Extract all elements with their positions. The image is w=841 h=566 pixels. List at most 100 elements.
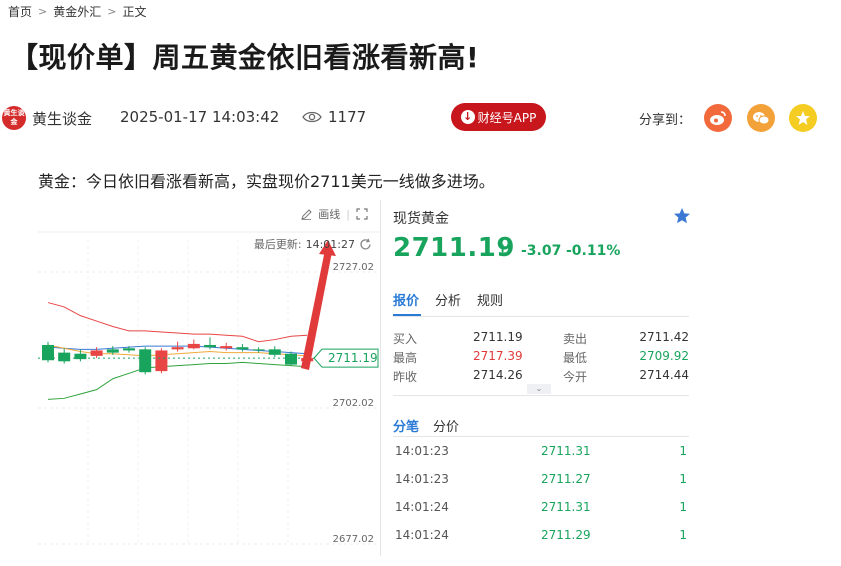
wechat-icon[interactable] (747, 104, 775, 132)
upper-band-line (47, 302, 308, 343)
publish-time: 2025-01-17 14:03:42 (120, 108, 280, 126)
candle-body (285, 353, 297, 365)
tab-rules[interactable]: 规则 (477, 290, 503, 309)
stat-label: 买入 (393, 332, 418, 346)
breadcrumb-separator: > (107, 4, 117, 18)
panel-divider (380, 200, 381, 556)
article-lead: 黄金：今日依旧看涨看新高，实盘现价2711美元一线做多进场。 (38, 172, 495, 191)
finance-app-button[interactable]: ↓ 财经号APP (451, 103, 546, 131)
avatar[interactable]: 黄生谈金 (2, 106, 26, 130)
tab-analysis[interactable]: 分析 (435, 290, 461, 309)
author-name[interactable]: 黄生谈金 (32, 108, 92, 129)
tick-volume: 1 (679, 472, 687, 486)
tick-price: 2711.31 (541, 500, 591, 514)
candle-body (155, 350, 168, 372)
tick-time: 14:01:24 (395, 500, 449, 514)
download-icon: ↓ (460, 110, 475, 124)
stat-label: 昨收 (393, 370, 418, 384)
last-update: 最后更新: 14:01:27 (254, 236, 372, 252)
section-divider (393, 436, 689, 437)
tick-time: 14:01:23 (395, 444, 449, 458)
price-change-pct: -0.11% (566, 243, 621, 259)
tick-volume: 1 (679, 528, 687, 542)
candle-body (252, 349, 265, 351)
instrument-name: 现货黄金 (393, 211, 449, 227)
tab-quote[interactable]: 报价 (393, 290, 419, 309)
y-tick-label: 2702.02 (333, 398, 374, 409)
tick-list: 14:01:23 2711.31 1 14:01:23 2711.27 1 14:01:24… (393, 444, 689, 556)
weibo-icon[interactable] (704, 104, 732, 132)
tab-divider (393, 316, 689, 317)
trade-tabs: 分笔 分价 (393, 416, 459, 435)
candle-body (236, 347, 249, 350)
candle-body (204, 345, 216, 348)
candle-body (58, 352, 71, 362)
stat-value: 2711.42 (639, 330, 689, 344)
quote-stats: 买入 2711.19 卖出 2711.42 最高 2717.39 最低 2709.92 昨收 27… (393, 330, 689, 387)
eye-icon (302, 111, 322, 123)
tick-volume: 1 (679, 500, 687, 514)
tick-volume: 1 (679, 444, 687, 458)
price-chart[interactable]: 2727.02 2702.02 2677.02 2711.19 画线 | 最后更新: … (38, 200, 380, 554)
tick-row: 14:01:23 2711.31 1 (393, 444, 689, 472)
stat-value: 2714.44 (639, 368, 689, 382)
y-tick-label: 2727.02 (333, 262, 374, 273)
star-icon[interactable] (789, 104, 817, 132)
candle-body (268, 349, 281, 355)
stat-label: 最高 (393, 351, 418, 365)
article-meta: 黄生谈金 黄生谈金 2025-01-17 14:03:42 1177 ↓ 财经号… (0, 100, 841, 136)
finance-app-label: 财经号APP (477, 110, 537, 125)
breadcrumb-gold-forex[interactable]: 黄金外汇 (53, 3, 101, 20)
quote-stat-row: 买入 2711.19 卖出 2711.42 (393, 330, 689, 349)
refresh-icon[interactable] (359, 238, 372, 251)
candle-body (139, 349, 152, 373)
draw-line-button[interactable]: 画线 (318, 206, 340, 222)
favorite-star-icon[interactable] (673, 207, 691, 225)
breadcrumb-separator: > (38, 4, 48, 18)
quote-tabs: 报价 分析 规则 (393, 290, 503, 309)
down-arrow-icon: ↓ (496, 241, 510, 260)
stat-label: 卖出 (563, 332, 588, 346)
pencil-icon[interactable] (301, 208, 312, 220)
fullscreen-icon[interactable] (356, 208, 368, 220)
collapse-toggle[interactable]: ⌄ (527, 384, 551, 394)
candle-body (187, 343, 200, 349)
candle-body (171, 347, 184, 350)
candle-body (123, 348, 135, 351)
breadcrumb: 首页 > 黄金外汇 > 正文 (8, 2, 146, 20)
candle-body (90, 350, 103, 356)
stat-value: 2711.19 (473, 330, 523, 344)
stat-value: 2717.39 (473, 349, 523, 363)
active-tab-indicator (393, 314, 421, 316)
breadcrumb-home[interactable]: 首页 (8, 3, 32, 20)
tick-row: 14:01:24 2711.31 1 (393, 500, 689, 528)
stat-label: 最低 (563, 351, 588, 365)
quote-stat-row: 最高 2717.39 最低 2709.92 (393, 349, 689, 368)
toolbar-divider: | (346, 207, 350, 221)
last-update-time: 14:01:27 (305, 237, 355, 251)
view-count: 1177 (328, 108, 367, 126)
candle-body (106, 349, 119, 353)
breadcrumb-current: 正文 (122, 4, 147, 19)
tab-ticks[interactable]: 分笔 (393, 416, 419, 435)
stat-value: 2709.92 (639, 349, 689, 363)
y-tick-label: 2677.02 (333, 534, 374, 545)
stat-label: 今开 (563, 370, 588, 384)
tick-price: 2711.31 (541, 444, 591, 458)
tick-price: 2711.27 (541, 472, 591, 486)
tick-price: 2711.29 (541, 528, 591, 542)
page-title: 【现价单】周五黄金依旧看涨看新高! (10, 41, 480, 74)
tab-price-levels[interactable]: 分价 (433, 416, 459, 435)
last-update-label: 最后更新: (253, 238, 302, 251)
stat-value: 2714.26 (473, 368, 523, 382)
tick-time: 14:01:23 (395, 472, 449, 486)
chart-toolbar: 画线 | (301, 206, 368, 222)
tick-time: 14:01:24 (395, 528, 449, 542)
share-label: 分享到： (639, 113, 692, 128)
price-change: -3.07 (521, 243, 562, 259)
tick-row: 14:01:23 2711.27 1 (393, 472, 689, 500)
current-price-label: 2711.19 (328, 351, 378, 365)
candlestick-chart[interactable]: 2727.02 2702.02 2677.02 2711.19 (38, 200, 380, 554)
candle-body (220, 346, 233, 349)
tick-row: 14:01:24 2711.29 1 (393, 528, 689, 556)
